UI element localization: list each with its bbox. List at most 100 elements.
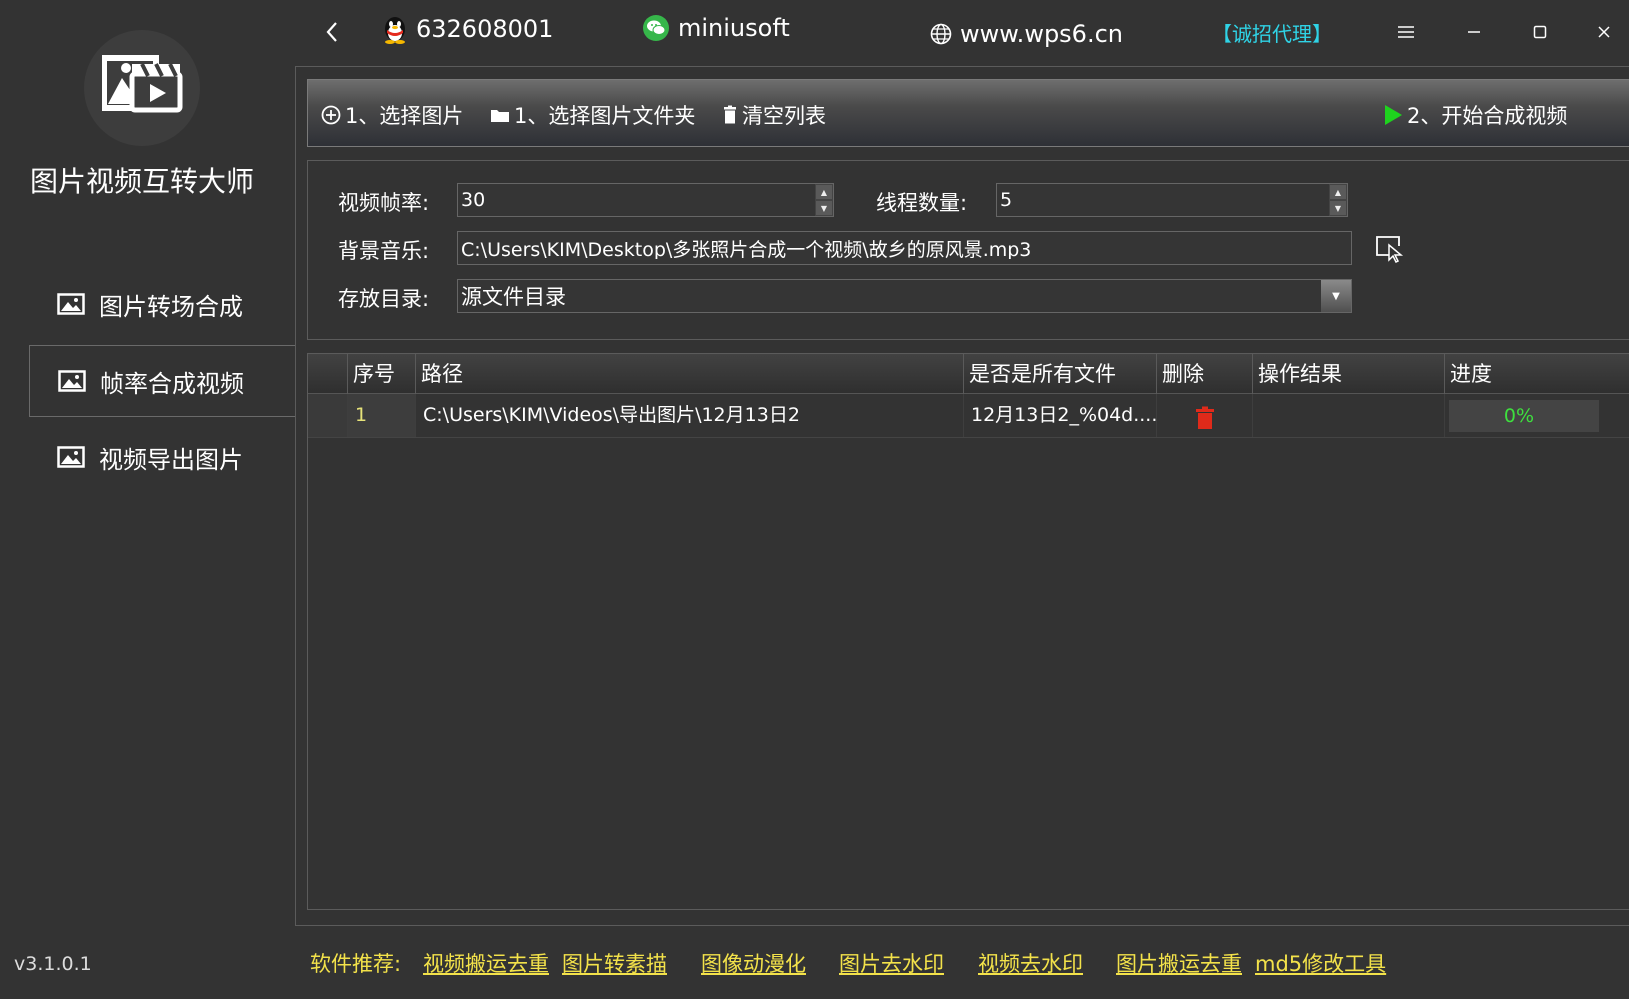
select-cursor-icon <box>1376 236 1404 264</box>
agent-recruit-link[interactable]: 【诚招代理】 <box>1212 18 1332 47</box>
maximize-icon <box>1533 25 1547 39</box>
menu-button[interactable] <box>1397 18 1421 46</box>
fps-stepper[interactable]: ▲ ▼ <box>457 183 834 217</box>
recommend-label: 软件推荐: <box>310 952 402 976</box>
fps-label: 视频帧率: <box>338 191 430 215</box>
row-all-files: 12月13日2_%04d.... <box>963 394 1156 437</box>
fps-spin-buttons: ▲ ▼ <box>815 184 833 216</box>
chevron-left-icon <box>326 22 337 42</box>
maximize-button[interactable] <box>1532 18 1556 46</box>
header-progress: 进度 <box>1444 354 1629 394</box>
threads-stepper[interactable]: ▲ ▼ <box>996 183 1348 217</box>
folder-icon <box>490 106 510 124</box>
file-table: 序号 路径 是否是所有文件 删除 操作结果 进度 1 C:\Users\KIM\… <box>307 353 1629 910</box>
sidebar-item-transition-compose[interactable]: 图片转场合成 <box>29 268 296 340</box>
header-delete: 删除 <box>1156 354 1252 394</box>
link-image-watermark[interactable]: 图片去水印 <box>839 948 944 978</box>
minimize-button[interactable] <box>1466 18 1490 46</box>
header-index: 序号 <box>347 354 415 394</box>
image-icon <box>58 370 86 392</box>
settings-panel: 视频帧率: ▲ ▼ 线程数量: ▲ ▼ 背景音乐: 存放目录: <box>307 160 1629 340</box>
browse-music-button[interactable] <box>1374 233 1404 265</box>
link-image-sketch[interactable]: 图片转素描 <box>562 948 667 978</box>
qq-number: 632608001 <box>416 15 554 43</box>
row-result <box>1252 394 1444 437</box>
header-path: 路径 <box>415 354 963 394</box>
sidebar-item-video-export-images[interactable]: 视频导出图片 <box>29 421 296 493</box>
table-row[interactable]: 1 C:\Users\KIM\Videos\导出图片\12月13日2 12月13… <box>308 394 1629 438</box>
app-title: 图片视频互转大师 <box>29 165 254 198</box>
decrement-button[interactable]: ▼ <box>1329 200 1347 216</box>
music-path-input[interactable] <box>461 237 1351 259</box>
trash-icon <box>1196 406 1214 429</box>
sidebar-item-label: 帧率合成视频 <box>100 369 244 398</box>
play-icon <box>1383 104 1403 126</box>
version-label: v3.1.0.1 <box>14 953 92 975</box>
progress-bar: 0% <box>1449 400 1599 432</box>
photo-video-logo-icon <box>102 55 183 113</box>
wechat-icon <box>642 14 670 42</box>
threads-spin-buttons: ▲ ▼ <box>1329 184 1347 216</box>
increment-button[interactable]: ▲ <box>1329 184 1347 200</box>
sidebar: 图片视频互转大师 图片转场合成 帧率合成视频 视频导出图片 v3.1.0.1 <box>0 0 296 999</box>
select-images-label: 1、选择图片 <box>345 104 464 128</box>
trash-icon <box>722 105 738 125</box>
qq-contact[interactable]: 632608001 <box>382 14 553 44</box>
music-label: 背景音乐: <box>338 239 430 263</box>
globe-icon <box>930 23 952 45</box>
website-link[interactable]: www.wps6.cn <box>930 20 1123 48</box>
decrement-button[interactable]: ▼ <box>815 200 833 216</box>
row-path: C:\Users\KIM\Videos\导出图片\12月13日2 <box>415 394 963 437</box>
image-icon <box>57 293 85 315</box>
sidebar-item-label: 视频导出图片 <box>99 445 243 474</box>
increment-button[interactable]: ▲ <box>815 184 833 200</box>
link-md5-tool[interactable]: md5修改工具 <box>1255 948 1386 978</box>
minimize-icon <box>1468 31 1480 33</box>
link-image-dedup[interactable]: 图片搬运去重 <box>1116 948 1242 978</box>
close-icon <box>1598 26 1610 38</box>
wechat-id: miniusoft <box>678 14 790 42</box>
output-dir-value: 源文件目录 <box>461 285 566 309</box>
link-image-anime[interactable]: 图像动漫化 <box>701 948 806 978</box>
back-button[interactable] <box>324 14 348 50</box>
music-path-field[interactable] <box>457 231 1352 265</box>
dropdown-button[interactable]: ▼ <box>1321 280 1351 312</box>
delete-row-button[interactable] <box>1195 403 1215 437</box>
clear-list-label: 清空列表 <box>742 104 826 128</box>
action-toolbar: 1、选择图片 1、选择图片文件夹 清空列表 2、开始合成视频 <box>307 79 1629 147</box>
sidebar-item-fps-compose[interactable]: 帧率合成视频 <box>29 345 296 417</box>
website-url: www.wps6.cn <box>960 20 1123 48</box>
start-compose-button[interactable]: 2、开始合成视频 <box>1383 100 1567 130</box>
chevron-down-icon: ▼ <box>1332 290 1340 302</box>
header-result: 操作结果 <box>1252 354 1444 394</box>
fps-input[interactable] <box>461 189 833 211</box>
sidebar-item-label: 图片转场合成 <box>99 292 243 321</box>
output-dir-select[interactable]: 源文件目录 ▼ <box>457 279 1352 313</box>
row-delete-cell <box>1156 394 1252 437</box>
header-corner <box>308 354 347 394</box>
row-index: 1 <box>347 394 415 437</box>
close-button[interactable] <box>1596 18 1620 46</box>
select-folder-button[interactable]: 1、选择图片文件夹 <box>490 100 695 130</box>
row-selector[interactable] <box>308 394 347 437</box>
table-header: 序号 路径 是否是所有文件 删除 操作结果 进度 <box>308 354 1629 394</box>
progress-text: 0% <box>1503 405 1535 427</box>
app-window: 图片视频互转大师 图片转场合成 帧率合成视频 视频导出图片 v3.1.0.1 6… <box>0 0 1629 999</box>
wechat-contact[interactable]: miniusoft <box>642 14 790 42</box>
output-dir-label: 存放目录: <box>338 287 430 311</box>
link-video-dedup[interactable]: 视频搬运去重 <box>423 948 549 978</box>
image-icon <box>57 446 85 468</box>
qq-penguin-icon <box>382 14 408 44</box>
clear-list-button[interactable]: 清空列表 <box>722 100 826 130</box>
header-all-files: 是否是所有文件 <box>963 354 1156 394</box>
threads-input[interactable] <box>1000 189 1347 211</box>
title-bar: 632608001 miniusoft www.wps6.cn 【诚招代理】 <box>296 0 1629 66</box>
hamburger-menu-icon <box>1398 26 1414 38</box>
row-progress-cell: 0% <box>1444 394 1629 437</box>
threads-label: 线程数量: <box>876 191 968 215</box>
start-compose-label: 2、开始合成视频 <box>1407 104 1568 128</box>
link-video-watermark[interactable]: 视频去水印 <box>978 948 1083 978</box>
select-folder-label: 1、选择图片文件夹 <box>514 104 696 128</box>
app-logo <box>84 30 200 146</box>
select-images-button[interactable]: 1、选择图片 <box>321 100 463 130</box>
